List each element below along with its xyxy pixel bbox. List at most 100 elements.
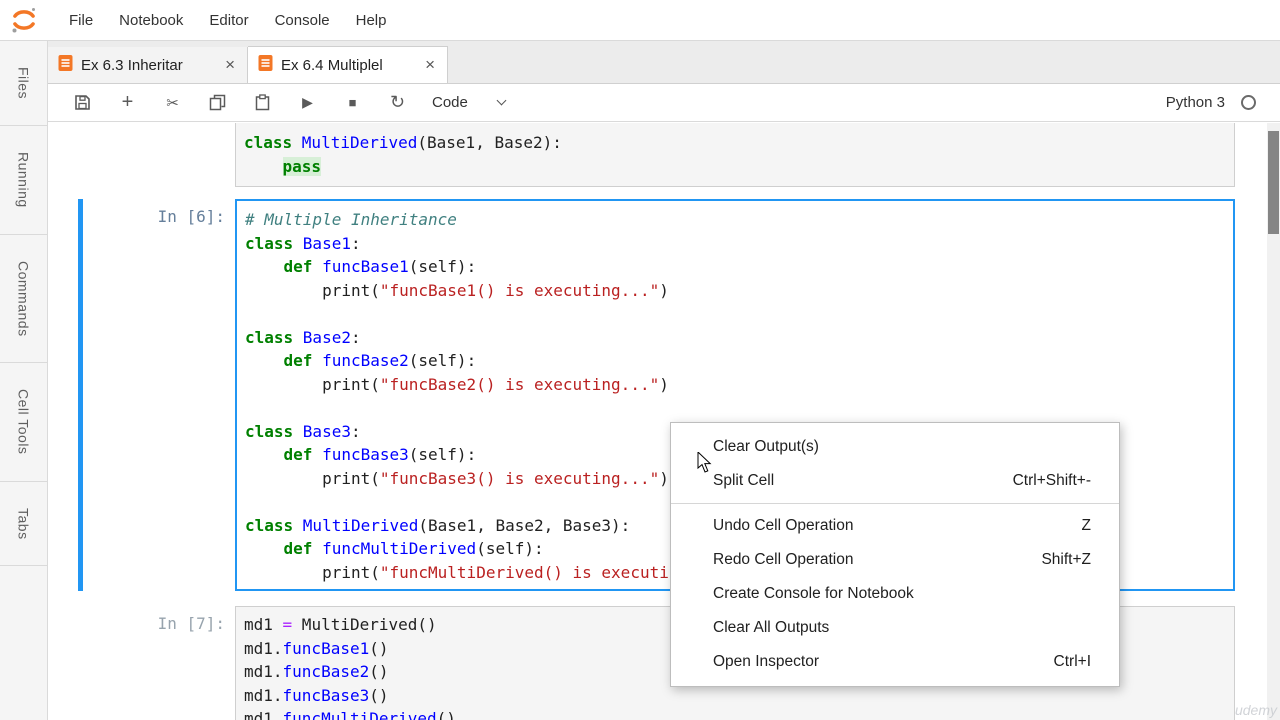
code-line: md1.funcMultiDerived() (244, 707, 1226, 720)
code-token: print( (245, 374, 380, 394)
code-cell-partial[interactable]: class MultiDerived(Base1, Base2): pass (235, 123, 1235, 187)
cell-type-dropdown[interactable]: Code (432, 94, 507, 111)
code-line: class MultiDerived(Base1, Base2): (244, 131, 1226, 155)
insert-button[interactable]: + (105, 91, 150, 114)
kernel-status-icon[interactable] (1241, 95, 1256, 110)
context-menu-item-label: Split Cell (713, 472, 775, 489)
code-token: () (436, 709, 456, 720)
context-menu-item-label: Clear Output(s) (713, 438, 819, 455)
context-menu-item-open-inspector[interactable]: Open Inspector Ctrl+I (671, 645, 1119, 679)
run-button[interactable]: ▶ (285, 94, 330, 111)
code-token: : (350, 327, 361, 347)
menubar-item-console[interactable]: Console (262, 12, 343, 29)
code-token: md1. (244, 662, 283, 681)
menubar-item-help[interactable]: Help (343, 12, 400, 29)
cell-context-menu: Clear Output(s) Split Cell Ctrl+Shift+- Und… (670, 422, 1120, 687)
restart-button[interactable]: ↻ (375, 92, 420, 113)
toolbar-buttons: + ✂ ▶ ■ ↻ (60, 91, 420, 114)
document-tabbar: Ex 6.3 Inheritar × Ex 6.4 Multiplel × (48, 41, 1280, 84)
sidebar-item-label: Running (15, 152, 32, 208)
code-token: MultiDerived() (292, 615, 437, 634)
menubar-item-file[interactable]: File (56, 12, 106, 29)
context-menu-item-clear-output-s-[interactable]: Clear Output(s) (671, 430, 1119, 464)
code-token: print( (245, 468, 380, 488)
code-token: (self): (408, 351, 477, 370)
code-token: "funcBase2() is executing..." (379, 374, 660, 394)
code-line: print("funcBase1() is executing...") (245, 279, 1225, 303)
chevron-down-icon (496, 95, 507, 106)
tab-close-icon[interactable]: × (423, 55, 437, 75)
sidebar-item-running[interactable]: Running (0, 126, 47, 235)
context-menu-item-clear-all-outputs[interactable]: Clear All Outputs (671, 611, 1119, 645)
code-token: : (350, 421, 361, 441)
sidebar-item-commands[interactable]: Commands (0, 235, 47, 364)
context-menu-item-create-console-for-notebook[interactable]: Create Console for Notebook (671, 577, 1119, 611)
sidebar-item-label: Commands (15, 260, 32, 337)
stop-button[interactable]: ■ (330, 95, 375, 110)
code-token: (self): (476, 539, 544, 558)
copy-button[interactable] (195, 94, 240, 112)
code-token: = (282, 615, 293, 634)
tab-label: Ex 6.3 Inheritar (81, 56, 183, 74)
vertical-scrollbar[interactable] (1267, 123, 1280, 720)
context-menu-item-label: Redo Cell Operation (713, 551, 854, 568)
tab-close-icon[interactable]: × (223, 55, 237, 75)
code-token: Base3 (302, 421, 351, 441)
sidebar-item-cell-tools[interactable]: Cell Tools (0, 363, 47, 482)
notebook-toolbar: + ✂ ▶ ■ ↻ Code Python 3 (48, 84, 1280, 122)
code-token: "funcBase3() is executing..." (379, 468, 660, 488)
menubar-item-editor[interactable]: Editor (196, 12, 261, 29)
paste-button[interactable] (240, 94, 285, 112)
notebook-file-icon (58, 54, 73, 76)
code-token: "funcBase1() is executing..." (379, 280, 660, 300)
context-menu-item-undo-cell-operation[interactable]: Undo Cell Operation Z (671, 509, 1119, 543)
cell-prompt-in7: In [7]: (157, 614, 225, 633)
kernel-name[interactable]: Python 3 (1166, 94, 1225, 111)
code-token: (Base1, Base2): (417, 133, 562, 152)
code-token: ) (659, 280, 669, 300)
context-menu-item-redo-cell-operation[interactable]: Redo Cell Operation Shift+Z (671, 543, 1119, 577)
scrollbar-thumb[interactable] (1268, 131, 1279, 234)
code-token: def (283, 257, 323, 276)
context-menu-item-shortcut: Z (1081, 517, 1091, 534)
code-token: def (283, 351, 323, 370)
code-token: funcBase2 (282, 662, 370, 681)
sidebar-item-files[interactable]: Files (0, 41, 47, 127)
selected-cell-indicator[interactable] (78, 199, 83, 591)
tab-ex-6-4-multiplel[interactable]: Ex 6.4 Multiplel × (248, 46, 448, 83)
code-token: : (350, 233, 361, 253)
code-token: class (245, 515, 303, 535)
tab-ex-6-3-inheritar[interactable]: Ex 6.3 Inheritar × (48, 47, 248, 83)
top-menubar: File Notebook Editor Console Help (0, 0, 1280, 41)
code-line: pass (244, 155, 1226, 179)
code-token: class (244, 133, 302, 152)
code-line: def funcBase2(self): (245, 349, 1225, 373)
code-token: () (369, 662, 389, 681)
code-token: # Multiple Inheritance (245, 210, 457, 229)
code-token: funcMultiDerived (282, 709, 437, 720)
code-token: Base2 (302, 327, 351, 347)
code-token: pass (282, 156, 322, 176)
notebook-file-icon (258, 54, 273, 76)
cut-button[interactable]: ✂ (150, 94, 195, 112)
jupyter-logo-icon (0, 5, 48, 35)
context-menu-item-label: Open Inspector (713, 653, 819, 670)
code-token: print( (245, 562, 380, 582)
code-token: funcMultiDerived (322, 539, 477, 558)
code-token: Base1 (302, 233, 351, 253)
code-token: class (245, 327, 303, 347)
sidebar-item-tabs[interactable]: Tabs (0, 482, 47, 567)
sidebar-item-label: Cell Tools (15, 389, 32, 455)
sidebar-item-label: Files (15, 67, 32, 100)
code-token: MultiDerived (302, 515, 419, 535)
menubar-item-notebook[interactable]: Notebook (106, 12, 196, 29)
left-sidebar: Files Running Commands Cell Tools Tabs (0, 41, 48, 720)
sidebar-item-label: Tabs (15, 507, 32, 540)
save-button[interactable] (60, 94, 105, 112)
context-menu-item-split-cell[interactable]: Split Cell Ctrl+Shift+- (671, 464, 1119, 498)
cell-prompt-in6: In [6]: (157, 207, 225, 226)
code-token: funcBase3 (282, 685, 370, 705)
code-token: class (245, 233, 303, 253)
